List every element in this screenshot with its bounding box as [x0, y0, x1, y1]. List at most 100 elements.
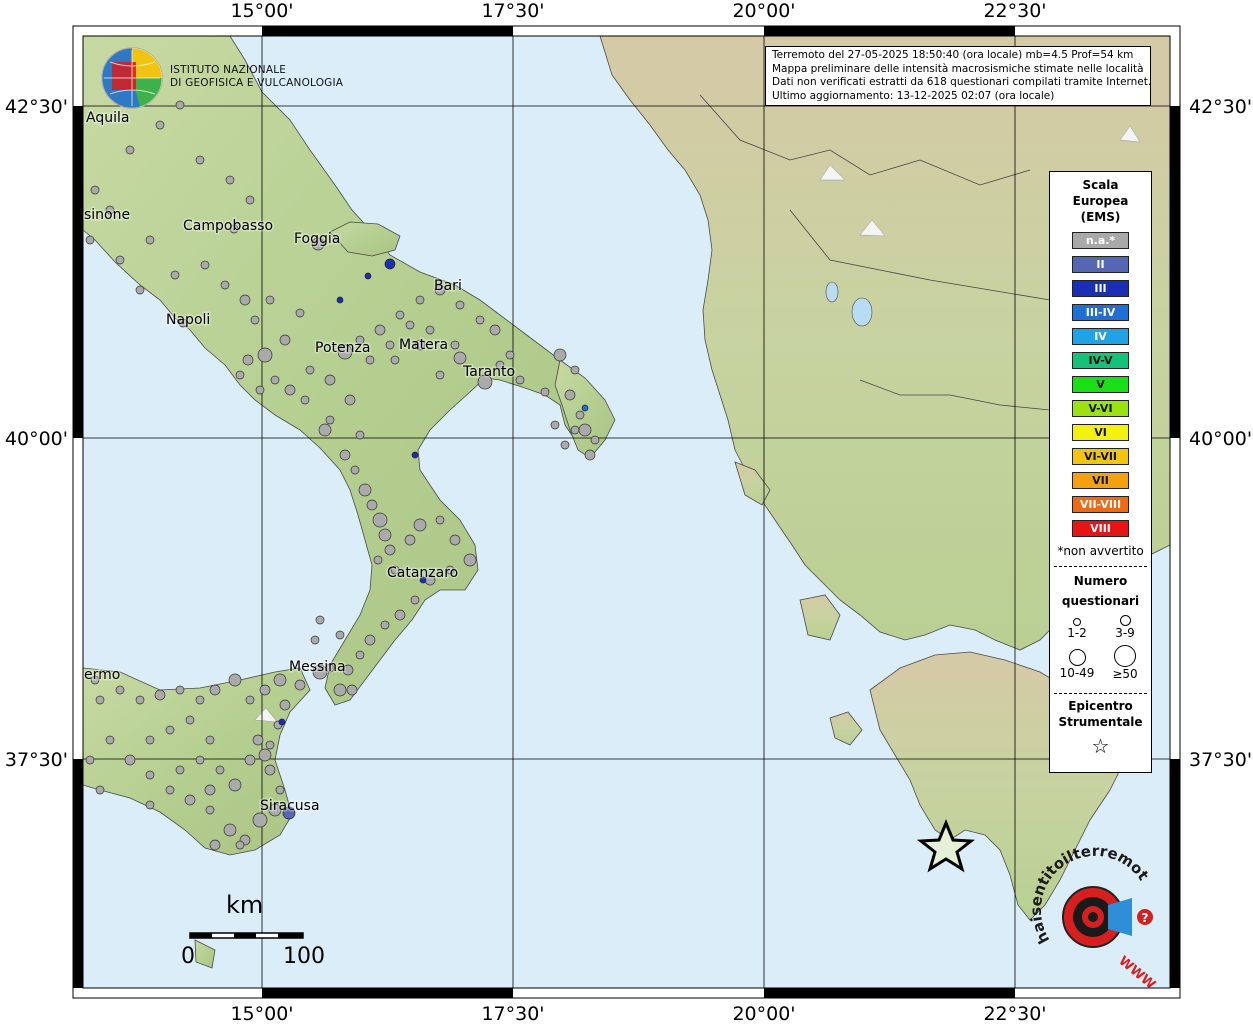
- point-na: [380, 620, 390, 630]
- legend-star-icon: ☆: [1091, 734, 1110, 758]
- point-na: [255, 385, 265, 395]
- info-line-2: Mappa preliminare delle intensità macros…: [772, 62, 1144, 75]
- point-intensity: [384, 258, 396, 270]
- point-na: [346, 684, 358, 696]
- tick-lat-3-right: 37°30': [1189, 749, 1252, 771]
- legend-swatch-9: VI: [1072, 424, 1129, 441]
- lake-prespa: [825, 281, 839, 303]
- point-na: [449, 534, 461, 546]
- point-na: [295, 308, 305, 318]
- point-na: [300, 395, 310, 405]
- point-intensity: [364, 272, 372, 280]
- point-na: [165, 785, 175, 795]
- legend-swatch-5: IV: [1072, 328, 1129, 345]
- point-na: [125, 145, 135, 155]
- city-label-catanzaro: Catanzaro: [387, 565, 458, 581]
- point-na: [105, 735, 115, 745]
- point-na: [244, 754, 256, 766]
- point-na: [358, 483, 372, 497]
- point-na: [365, 355, 375, 365]
- point-na: [257, 347, 273, 363]
- city-label-matera: Matera: [399, 337, 448, 353]
- q-size-2-circle: [1119, 615, 1131, 626]
- q-size-4-circle: [1114, 645, 1136, 667]
- info-line-1: Terremoto del 27-05-2025 18:50:40 (ora l…: [772, 49, 1134, 61]
- point-na: [145, 735, 155, 745]
- point-na: [550, 420, 560, 430]
- city-label-sinone: sinone: [84, 207, 130, 223]
- point-na: [275, 785, 285, 795]
- city-label-aquila: Aquila: [86, 110, 129, 126]
- point-na: [455, 300, 465, 310]
- point-na: [258, 748, 272, 762]
- point-na: [366, 499, 378, 511]
- point-na: [124, 754, 136, 766]
- point-na: [305, 365, 315, 375]
- lon-ticks-bottom: 15°00' 17°30' 20°00' 22°30': [230, 1003, 1046, 1024]
- legend-swatches: n.a.* II III III-IV IV IV-V V V-VI VI VI-VII VII VI…: [1050, 232, 1151, 537]
- point-na: [344, 394, 356, 406]
- questionnaires-title: Numero questionari: [1050, 571, 1151, 611]
- city-label-bari: Bari: [434, 278, 462, 294]
- point-na: [575, 410, 585, 420]
- point-na: [395, 310, 405, 320]
- legend-swatch-13: VIII: [1072, 520, 1129, 537]
- info-line-4: Ultimo aggiornamento: 13-12-2025 02:07 (…: [772, 89, 1055, 102]
- legend-title: Scala Europea (EMS): [1050, 177, 1151, 225]
- point-na: [135, 695, 145, 705]
- point-na: [270, 375, 280, 385]
- tick-lon-2: 17°30': [481, 0, 544, 22]
- point-na: [553, 348, 567, 362]
- city-label-potenza: Potenza: [315, 340, 370, 356]
- point-na: [205, 805, 215, 815]
- questionnaires-title-line-1: Numero: [1073, 574, 1128, 588]
- point-na: [250, 315, 260, 325]
- legend-swatch-2: II: [1072, 256, 1129, 273]
- legend-swatch-7: V: [1072, 376, 1129, 393]
- city-label-messina: Messina: [289, 659, 346, 675]
- legend-swatch-12: VII-VIII: [1072, 496, 1129, 513]
- point-na: [315, 615, 325, 625]
- point-na: [415, 295, 425, 305]
- info-line-3: Dati non verificati estratti da 618 ques…: [772, 76, 1151, 88]
- q-size-2-label: 3-9: [1115, 626, 1135, 640]
- point-na: [405, 320, 415, 330]
- legend-separator: [1054, 566, 1147, 567]
- point-na: [195, 155, 205, 165]
- point-na: [279, 334, 291, 346]
- tick-lat-1-right: 42°30': [1189, 96, 1252, 118]
- point-na: [245, 195, 255, 205]
- scale-unit-label: km: [226, 891, 264, 919]
- lat-ticks-right: 42°30' 40°00' 37°30': [1189, 96, 1252, 771]
- point-na: [384, 544, 396, 556]
- point-na: [245, 695, 255, 705]
- point-na: [85, 755, 95, 765]
- legend-swatch-6: IV-V: [1072, 352, 1129, 369]
- lat-ticks-left: 42°30' 40°00' 37°30': [5, 96, 68, 771]
- q-size-3-label: 10-49: [1059, 666, 1095, 680]
- point-na: [355, 430, 365, 440]
- city-label-ermo: ermo: [84, 667, 120, 683]
- point-intensity: [581, 404, 589, 412]
- point-na: [252, 812, 268, 828]
- tick-lon-2-bottom: 17°30': [481, 1003, 544, 1024]
- tick-lon-3: 20°00': [732, 0, 795, 22]
- point-na: [463, 553, 477, 567]
- earthquake-info-box: Terremoto del 27-05-2025 18:50:40 (ora l…: [765, 46, 1151, 106]
- point-na: [590, 435, 600, 445]
- tick-lon-4: 22°30': [983, 0, 1046, 22]
- point-na: [404, 534, 416, 546]
- epicenter-title: Epicentro Strumentale: [1050, 698, 1151, 730]
- point-na: [175, 685, 185, 695]
- point-na: [425, 325, 435, 335]
- point-na: [284, 384, 296, 396]
- point-na: [515, 375, 525, 385]
- point-na: [324, 374, 336, 386]
- point-na: [453, 351, 467, 365]
- ingv-line-1: ISTITUTO NAZIONALE: [170, 64, 287, 76]
- legend-swatch-11: VII: [1072, 472, 1129, 489]
- point-na: [335, 630, 345, 640]
- point-na: [90, 185, 100, 195]
- point-na: [165, 725, 175, 735]
- point-na: [564, 389, 576, 401]
